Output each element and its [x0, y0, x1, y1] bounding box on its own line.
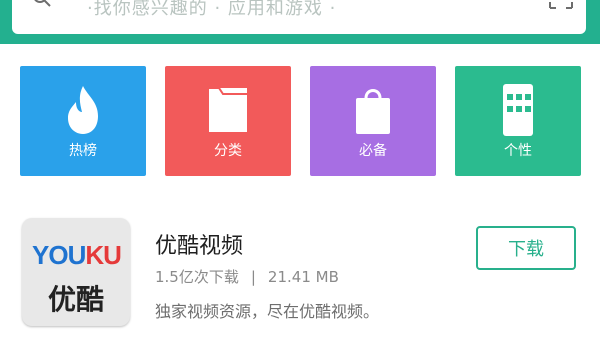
logo-wordmark: YOUKU: [32, 240, 122, 271]
logo-chinese-text: 优酷: [47, 283, 104, 316]
meta-separator: |: [250, 268, 256, 286]
category-tiles: 热榜 分类 必备 个性: [20, 66, 581, 176]
search-bar[interactable]: ·找你感兴趣的 · 应用和游戏 ·: [12, 0, 586, 34]
tile-label: 必备: [359, 143, 387, 159]
logo-word-you: YOU: [32, 240, 86, 270]
tile-categories[interactable]: 分类: [165, 66, 291, 176]
top-header: ·找你感兴趣的 · 应用和游戏 ·: [0, 0, 600, 44]
tile-personalization[interactable]: 个性: [455, 66, 581, 176]
tile-label: 分类: [214, 143, 242, 159]
flame-icon: [68, 86, 98, 134]
app-meta: 1.5亿次下载 | 21.41 MB: [155, 266, 339, 287]
download-count: 1.5亿次下载: [155, 268, 239, 286]
shopping-bag-icon: [356, 89, 390, 134]
app-size: 21.41 MB: [267, 268, 339, 286]
search-input[interactable]: ·找你感兴趣的 · 应用和游戏 ·: [87, 0, 336, 20]
app-description: 独家视频资源，尽在优酷视频。: [155, 302, 380, 321]
tile-label: 热榜: [69, 143, 97, 159]
download-button[interactable]: 下载: [476, 226, 576, 270]
search-icon: [34, 0, 51, 7]
youku-logo[interactable]: YOUKU 优酷: [22, 218, 130, 326]
logo-word-ku: KU: [85, 240, 122, 270]
phone-theme-icon: [503, 84, 533, 136]
scan-icon[interactable]: [548, 0, 574, 10]
tile-essentials[interactable]: 必备: [310, 66, 436, 176]
tile-hot-ranking[interactable]: 热榜: [20, 66, 146, 176]
app-store-screen: ·找你感兴趣的 · 应用和游戏 · 热榜 分类 必备 个性 YOUKU 优酷 优…: [0, 0, 600, 340]
app-list-item[interactable]: YOUKU 优酷 优酷视频 1.5亿次下载 | 21.41 MB 独家视频资源，尽在…: [0, 206, 600, 340]
tile-label: 个性: [504, 143, 532, 159]
app-name[interactable]: 优酷视频: [155, 228, 243, 260]
folder-icon: [209, 87, 247, 132]
